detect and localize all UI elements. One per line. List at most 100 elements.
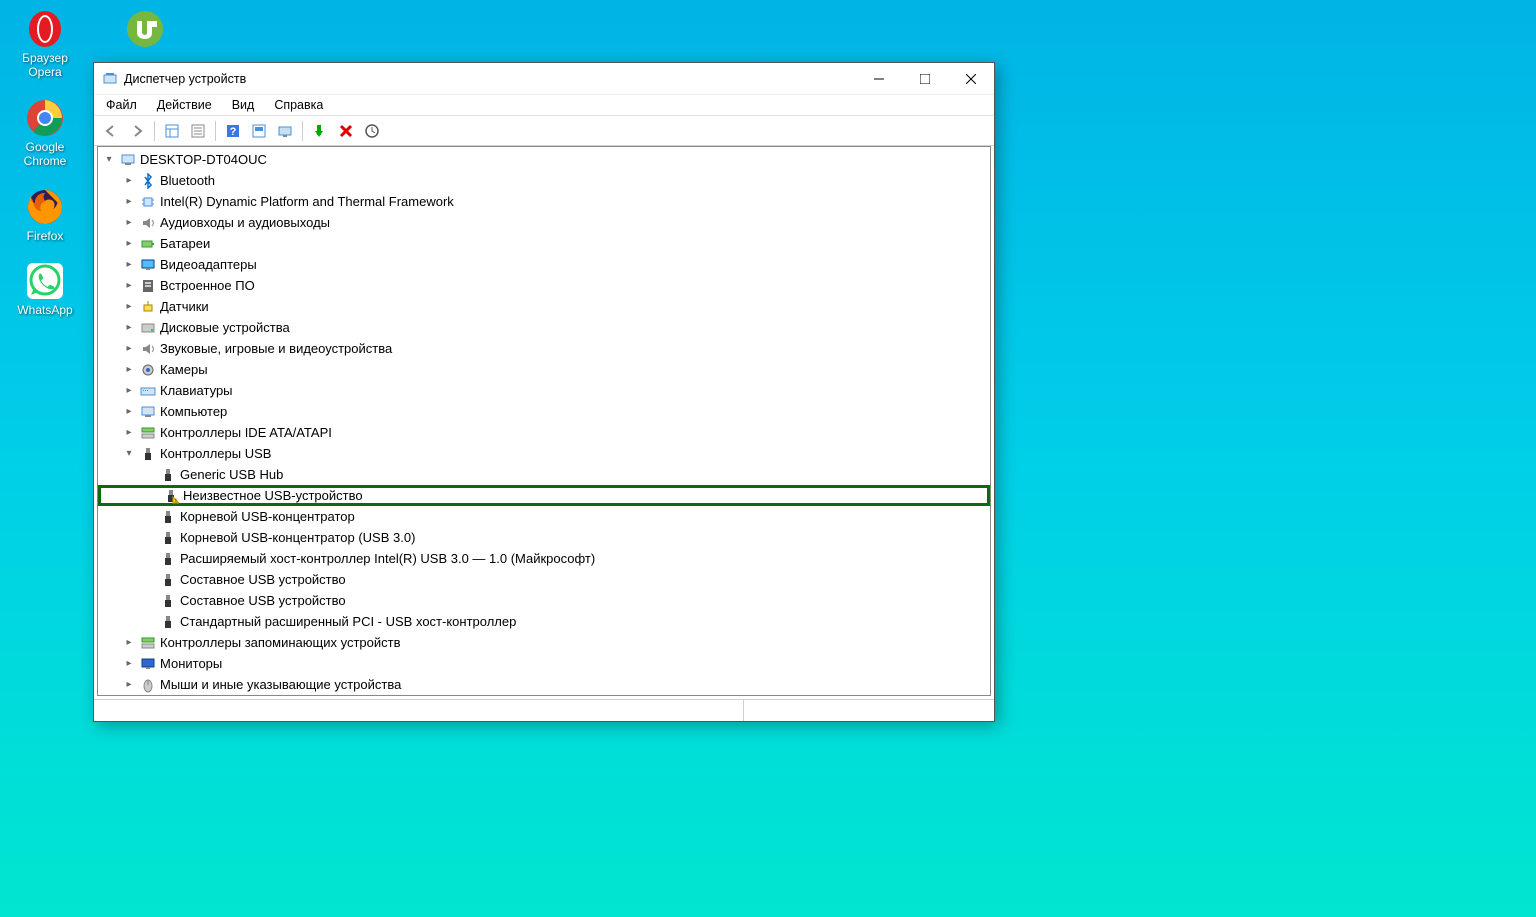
expander-icon[interactable]: ▸ <box>122 657 136 671</box>
tree-item-label: Батареи <box>160 236 210 251</box>
scan-button[interactable] <box>247 119 271 143</box>
tree-item-label: Звуковые, игровые и видеоустройства <box>160 341 392 356</box>
show-hide-tree-button[interactable] <box>160 119 184 143</box>
tree-item[interactable]: ▾ DESKTOP-DT04OUC <box>98 149 990 170</box>
tree-item[interactable]: ▸ Мыши и иные указывающие устройства <box>98 674 990 695</box>
scan-hardware-button[interactable] <box>360 119 384 143</box>
minimize-button[interactable] <box>856 64 902 94</box>
tree-item[interactable]: ▸ Камеры <box>98 359 990 380</box>
tree-item[interactable]: ▸ Аудиовходы и аудиовыходы <box>98 212 990 233</box>
tree-item-label: Компьютер <box>160 404 227 419</box>
desktop-icon-opera[interactable]: БраузерOpera <box>5 5 85 84</box>
tree-item[interactable]: ▸ Встроенное ПО <box>98 275 990 296</box>
menu-file[interactable]: Файл <box>106 98 137 112</box>
desktop-icon-firefox[interactable]: Firefox <box>5 183 85 247</box>
tree-item-label: Датчики <box>160 299 209 314</box>
forward-button[interactable] <box>125 119 149 143</box>
enable-device-button[interactable] <box>308 119 332 143</box>
menu-view[interactable]: Вид <box>232 98 255 112</box>
expander-icon <box>142 573 156 587</box>
close-button[interactable] <box>948 64 994 94</box>
tree-item[interactable]: Составное USB устройство <box>98 569 990 590</box>
expander-icon[interactable]: ▸ <box>122 342 136 356</box>
device-icon <box>140 236 156 252</box>
tree-item-label: Intel(R) Dynamic Platform and Thermal Fr… <box>160 194 454 209</box>
expander-icon <box>142 510 156 524</box>
maximize-button[interactable] <box>902 64 948 94</box>
expander-icon[interactable]: ▸ <box>122 363 136 377</box>
device-tree[interactable]: ▾ DESKTOP-DT04OUC ▸ Bluetooth ▸ Intel(R)… <box>98 147 990 695</box>
help-button[interactable]: ? <box>221 119 245 143</box>
expander-icon[interactable]: ▸ <box>122 279 136 293</box>
tree-item[interactable]: Generic USB Hub <box>98 464 990 485</box>
tree-item[interactable]: Корневой USB-концентратор <box>98 506 990 527</box>
expander-icon <box>142 552 156 566</box>
tree-item[interactable]: ▸ Звуковые, игровые и видеоустройства <box>98 338 990 359</box>
device-icon <box>160 593 176 609</box>
menu-help[interactable]: Справка <box>274 98 323 112</box>
tree-item[interactable]: Стандартный расширенный PCI - USB хост-к… <box>98 611 990 632</box>
tree-item[interactable]: ▾ Контроллеры USB <box>98 443 990 464</box>
expander-icon[interactable]: ▸ <box>122 216 136 230</box>
tree-item-label: Камеры <box>160 362 208 377</box>
tree-item[interactable]: ! Неизвестное USB-устройство <box>98 485 990 506</box>
device-icon <box>140 404 156 420</box>
expander-icon[interactable]: ▸ <box>122 174 136 188</box>
properties-button[interactable] <box>186 119 210 143</box>
device-icon <box>140 278 156 294</box>
tree-item[interactable]: ▸ Батареи <box>98 233 990 254</box>
tree-item[interactable]: Составное USB устройство <box>98 590 990 611</box>
tree-item[interactable]: ▸ Контроллеры IDE ATA/ATAPI <box>98 422 990 443</box>
expander-icon[interactable]: ▸ <box>122 237 136 251</box>
device-icon <box>160 614 176 630</box>
expander-icon[interactable]: ▾ <box>102 153 116 167</box>
device-icon <box>160 467 176 483</box>
app-icon <box>102 71 118 87</box>
tree-item-label: Клавиатуры <box>160 383 233 398</box>
tree-item-label: Контроллеры запоминающих устройств <box>160 635 400 650</box>
expander-icon[interactable]: ▸ <box>122 678 136 692</box>
device-icon <box>120 152 136 168</box>
tree-item[interactable]: ▸ Bluetooth <box>98 170 990 191</box>
expander-icon[interactable]: ▸ <box>122 300 136 314</box>
svg-text:?: ? <box>230 126 237 138</box>
window-title: Диспетчер устройств <box>124 72 856 86</box>
tree-item[interactable]: Корневой USB-концентратор (USB 3.0) <box>98 527 990 548</box>
tree-item[interactable]: ▸ Дисковые устройства <box>98 317 990 338</box>
tree-item-label: Аудиовходы и аудиовыходы <box>160 215 330 230</box>
expander-icon[interactable]: ▾ <box>122 447 136 461</box>
tree-item-label: Расширяемый хост-контроллер Intel(R) USB… <box>180 551 595 566</box>
expander-icon[interactable]: ▸ <box>122 384 136 398</box>
tree-item[interactable]: ▸ Intel(R) Dynamic Platform and Thermal … <box>98 191 990 212</box>
expander-icon[interactable]: ▸ <box>122 258 136 272</box>
device-icon <box>160 551 176 567</box>
expander-icon[interactable]: ▸ <box>122 405 136 419</box>
tree-item[interactable]: ▸ Датчики <box>98 296 990 317</box>
toolbar-separator <box>302 121 303 141</box>
update-driver-button[interactable] <box>273 119 297 143</box>
expander-icon <box>142 615 156 629</box>
tree-item[interactable]: ▸ Видеоадаптеры <box>98 254 990 275</box>
chrome-icon <box>25 98 65 138</box>
device-icon <box>140 215 156 231</box>
expander-icon[interactable]: ▸ <box>122 321 136 335</box>
device-icon <box>140 635 156 651</box>
device-icon <box>140 677 156 693</box>
expander-icon[interactable]: ▸ <box>122 636 136 650</box>
tree-item[interactable]: ▸ Компьютер <box>98 401 990 422</box>
expander-icon[interactable]: ▸ <box>122 195 136 209</box>
menubar: Файл Действие Вид Справка <box>94 95 994 116</box>
desktop-icon-utorrent[interactable] <box>105 5 185 53</box>
uninstall-button[interactable] <box>334 119 358 143</box>
tree-item[interactable]: ▸ Контроллеры запоминающих устройств <box>98 632 990 653</box>
desktop-icon-chrome[interactable]: GoogleChrome <box>5 94 85 173</box>
desktop-icon-whatsapp[interactable]: WhatsApp <box>5 257 85 321</box>
tree-item[interactable]: Расширяемый хост-контроллер Intel(R) USB… <box>98 548 990 569</box>
expander-icon[interactable]: ▸ <box>122 426 136 440</box>
back-button[interactable] <box>99 119 123 143</box>
menu-action[interactable]: Действие <box>157 98 212 112</box>
device-icon <box>160 530 176 546</box>
tree-item[interactable]: ▸ Мониторы <box>98 653 990 674</box>
tree-item-label: Корневой USB-концентратор (USB 3.0) <box>180 530 415 545</box>
tree-item[interactable]: ▸ Клавиатуры <box>98 380 990 401</box>
